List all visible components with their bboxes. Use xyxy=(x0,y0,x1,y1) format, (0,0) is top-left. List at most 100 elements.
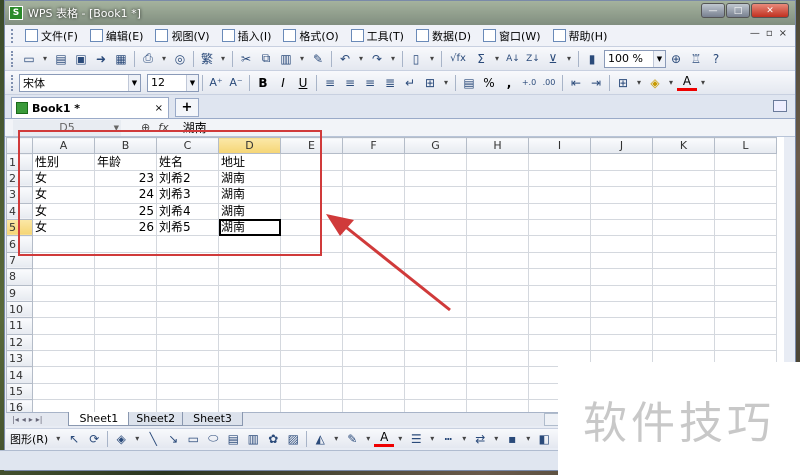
cell-j7[interactable] xyxy=(590,251,653,270)
cell-i7[interactable] xyxy=(528,251,591,270)
cell-g3[interactable] xyxy=(404,186,467,204)
line-color-dropdown-icon[interactable]: ▾ xyxy=(362,429,374,449)
cell-i11[interactable] xyxy=(528,317,591,335)
new-file-icon[interactable]: ▭ xyxy=(19,49,39,69)
cell-g13[interactable] xyxy=(404,350,467,368)
increase-indent-icon[interactable]: ⇥ xyxy=(586,73,606,93)
menu-view[interactable]: 视图(V) xyxy=(149,26,215,46)
document-tab-book1[interactable]: Book1 * × xyxy=(11,97,169,118)
cell-j10[interactable] xyxy=(590,300,653,319)
row-header[interactable]: 9 xyxy=(6,284,33,302)
cell-c8[interactable] xyxy=(156,268,219,286)
doc-minimize-button[interactable]: — xyxy=(750,28,760,39)
cell-f11[interactable] xyxy=(342,317,405,335)
cell-j12[interactable] xyxy=(590,333,653,352)
simplified-traditional-icon[interactable]: 繁 xyxy=(197,49,217,69)
row-col-icon[interactable]: ▯ xyxy=(406,49,426,69)
cell-c9[interactable] xyxy=(156,284,219,302)
cell-d12[interactable] xyxy=(218,333,281,352)
cell-k7[interactable] xyxy=(652,251,715,270)
cut-icon[interactable]: ✂ xyxy=(236,49,256,69)
export-pdf-icon[interactable]: ▦ xyxy=(111,49,131,69)
print-icon[interactable]: ⎙ xyxy=(138,49,158,69)
cell-j9[interactable] xyxy=(590,284,653,302)
font-name-select[interactable]: 宋体 ▼ xyxy=(19,73,141,92)
increase-font-icon[interactable]: A⁺ xyxy=(206,73,226,93)
column-header-k[interactable]: K xyxy=(652,137,715,155)
menu-data[interactable]: 数据(D) xyxy=(410,26,477,46)
cell-i9[interactable] xyxy=(528,284,591,302)
cell-d9[interactable] xyxy=(218,284,281,302)
doc-close-button[interactable]: × xyxy=(779,28,787,39)
cell-l1[interactable] xyxy=(714,153,777,171)
cell-d13[interactable] xyxy=(218,350,281,368)
column-header-f[interactable]: F xyxy=(342,137,405,155)
cell-h10[interactable] xyxy=(466,300,529,319)
cell-i2[interactable] xyxy=(528,169,591,188)
cell-l3[interactable] xyxy=(714,186,777,204)
cell-e16[interactable] xyxy=(280,399,343,412)
font-color-dropdown-icon[interactable]: ▾ xyxy=(697,73,709,93)
cell-a15[interactable] xyxy=(32,382,95,401)
menu-format[interactable]: 格式(O) xyxy=(277,26,344,46)
cell-a10[interactable] xyxy=(32,300,95,319)
autofilter-icon[interactable]: ⊻ xyxy=(543,49,563,69)
cell-k3[interactable] xyxy=(652,186,715,204)
cell-j8[interactable] xyxy=(590,268,653,286)
cell-a9[interactable] xyxy=(32,284,95,302)
vertical-textbox-icon[interactable]: ▥ xyxy=(243,429,263,449)
cell-e14[interactable] xyxy=(280,366,343,384)
toolbar-grip[interactable] xyxy=(11,28,15,43)
shapes-dropdown-icon[interactable]: ▾ xyxy=(52,429,64,449)
shadow-icon[interactable]: ▪ xyxy=(502,429,522,449)
percent-button[interactable]: % xyxy=(479,73,499,93)
cell-a11[interactable] xyxy=(32,317,95,335)
cell-j3[interactable] xyxy=(590,186,653,204)
cell-g11[interactable] xyxy=(404,317,467,335)
sort-ascending-icon[interactable]: A↓ xyxy=(503,49,523,69)
cell-d10[interactable] xyxy=(218,300,281,319)
cell-k12[interactable] xyxy=(652,333,715,352)
first-sheet-icon[interactable]: |◂ xyxy=(12,415,19,424)
cell-l9[interactable] xyxy=(714,284,777,302)
chevron-down-icon[interactable]: ▼ xyxy=(186,74,198,91)
currency-icon[interactable]: ▤ xyxy=(459,73,479,93)
row-header[interactable]: 8 xyxy=(6,268,33,286)
cell-h3[interactable] xyxy=(466,186,529,204)
cell-h6[interactable] xyxy=(466,235,529,253)
decrease-decimal-icon[interactable]: .00 xyxy=(539,73,559,93)
row-header[interactable]: 16 xyxy=(6,399,33,412)
redo-icon[interactable]: ↷ xyxy=(367,49,387,69)
undo-icon[interactable]: ↶ xyxy=(335,49,355,69)
filter-dropdown-icon[interactable]: ▾ xyxy=(563,49,575,69)
clipart-icon[interactable]: ✿ xyxy=(263,429,283,449)
cell-g14[interactable] xyxy=(404,366,467,384)
column-header-h[interactable]: H xyxy=(466,137,529,155)
cell-d16[interactable] xyxy=(218,399,281,412)
row-header[interactable]: 13 xyxy=(6,350,33,368)
picture-icon[interactable]: ▨ xyxy=(283,429,303,449)
shadow-dropdown-icon[interactable]: ▾ xyxy=(522,429,534,449)
cell-a8[interactable] xyxy=(32,268,95,286)
rotate-icon[interactable]: ⟳ xyxy=(84,429,104,449)
cell-i6[interactable] xyxy=(528,235,591,253)
cell-k9[interactable] xyxy=(652,284,715,302)
sheet-tab-sheet2[interactable]: Sheet2 xyxy=(125,412,187,426)
borders-dropdown-icon[interactable]: ▾ xyxy=(633,73,645,93)
close-button[interactable]: ✕ xyxy=(751,3,789,18)
insert-function-icon[interactable]: √fx xyxy=(445,49,471,69)
font-size-select[interactable]: 12 ▼ xyxy=(147,73,199,92)
fill-bucket-dropdown-icon[interactable]: ▾ xyxy=(330,429,342,449)
menu-window[interactable]: 窗口(W) xyxy=(477,26,546,46)
cell-c10[interactable] xyxy=(156,300,219,319)
cell-j2[interactable] xyxy=(590,169,653,188)
paste-dropdown-icon[interactable]: ▾ xyxy=(296,49,308,69)
cell-b16[interactable] xyxy=(94,399,157,412)
italic-button[interactable]: I xyxy=(273,73,293,93)
cell-i3[interactable] xyxy=(528,186,591,204)
cell-c16[interactable] xyxy=(156,399,219,412)
cell-l6[interactable] xyxy=(714,235,777,253)
dash-style-dropdown-icon[interactable]: ▾ xyxy=(458,429,470,449)
cell-d11[interactable] xyxy=(218,317,281,335)
redo-dropdown-icon[interactable]: ▾ xyxy=(387,49,399,69)
